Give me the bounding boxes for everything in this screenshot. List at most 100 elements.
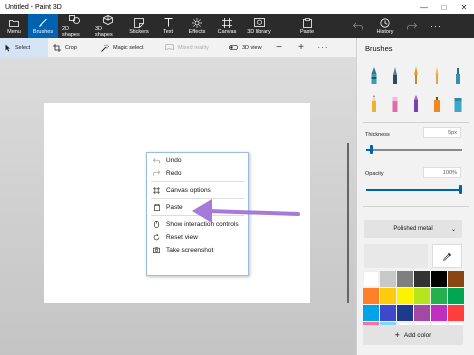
window-title: Untitled - Paint 3D [5,3,62,11]
pixel-pen-brush[interactable] [447,64,468,86]
color-swatch[interactable] [448,271,464,287]
color-swatch[interactable] [397,271,413,287]
more-view-options-button[interactable]: ··· [314,38,332,58]
thickness-slider-thumb[interactable] [370,145,373,154]
text-icon [162,18,174,28]
oil-brush[interactable] [405,64,426,86]
3d-view-toggle[interactable]: 3D view [224,38,270,58]
folder-icon [8,18,20,28]
eyedropper-button[interactable] [432,244,462,268]
tab-stickers[interactable]: Stickers [124,14,154,38]
brush-grid [363,64,471,114]
color-preview [364,244,428,268]
redo-button[interactable] [400,14,424,38]
menu-item-redo-label: Redo [166,169,182,177]
redo-icon [406,21,418,31]
tab-2d-shapes[interactable]: 2D shapes [58,14,91,38]
opacity-label: Opacity [365,171,384,177]
menu-item-redo[interactable]: Redo [147,168,248,179]
color-swatch[interactable] [414,288,430,304]
undo-button[interactable] [346,14,370,38]
mixed-reality-label: Mixed reality [178,44,209,51]
add-color-button[interactable]: + Add color [363,325,463,345]
zoom-out-button[interactable]: − [270,38,288,58]
cursor-icon [5,44,11,52]
color-swatch[interactable] [397,288,413,304]
marker-brush[interactable] [363,64,384,86]
menu-item-paste-label: Paste [166,203,183,211]
thickness-input[interactable]: 5px [423,127,461,138]
tab-effects-label: Effects [188,28,206,35]
calligraphy-pen-icon [392,67,397,84]
color-swatch[interactable] [397,305,413,321]
fill-bucket-icon [454,98,461,112]
tab-3d-library-label: 3D library [247,28,271,35]
opacity-input[interactable]: 100% [423,167,461,178]
select-tool[interactable]: Select [0,37,48,58]
color-swatch[interactable] [380,305,396,321]
magic-wand-icon [101,44,109,52]
opacity-slider-thumb[interactable] [459,185,462,194]
canvas-icon [152,186,161,194]
color-swatch[interactable] [380,271,396,287]
calligraphy-pen-brush[interactable] [384,64,405,86]
color-swatch[interactable] [414,271,430,287]
tab-3d-library[interactable]: 3D library [242,14,276,38]
vertical-scrollbar[interactable] [347,143,349,303]
color-swatch[interactable] [431,288,447,304]
redo-icon [152,170,161,176]
menu-item-show-interaction-controls[interactable]: Show interaction controls [147,219,248,230]
eraser-brush[interactable] [384,92,405,114]
crop-tool[interactable]: Crop [48,38,96,58]
color-swatch[interactable] [431,305,447,321]
tab-text-label: Text [162,28,174,35]
color-swatch[interactable] [363,305,379,321]
color-swatch[interactable] [448,288,464,304]
pencil-brush[interactable] [363,92,384,114]
menu-separator [151,180,244,182]
crayon-brush[interactable] [405,92,426,114]
history-button[interactable]: History [370,14,400,38]
texture-dropdown[interactable]: Polished metal ⌄ [364,220,462,238]
tab-brushes[interactable]: Brushes [28,14,58,38]
color-swatch[interactable] [448,305,464,321]
paste-button[interactable]: Paste [292,14,322,38]
tab-canvas[interactable]: Canvas [212,14,242,38]
minimize-button[interactable]: — [414,0,434,14]
opacity-slider[interactable] [366,185,462,195]
mixed-reality-button[interactable]: Mixed reality [160,38,222,58]
thickness-slider[interactable] [366,145,462,155]
menu-separator [151,214,244,216]
tab-effects[interactable]: Effects [182,14,212,38]
plus-icon: + [298,42,304,53]
menu-item-paste[interactable]: Paste [147,202,248,213]
color-swatch[interactable] [431,271,447,287]
fill-bucket-brush[interactable] [447,92,468,114]
more-options-button[interactable]: ··· [424,14,448,38]
tab-3d-shapes[interactable]: 3D shapes [91,14,124,38]
stickers-icon [133,17,145,28]
menu-item-take-screenshot[interactable]: Take screenshot [147,245,248,256]
color-swatch[interactable] [363,271,379,287]
watercolor-brush[interactable] [426,64,447,86]
eraser-icon [392,97,397,112]
3d-shapes-icon [102,14,114,25]
ribbon: Menu Brushes 2D shapes 3D shapes Sticker… [0,14,474,38]
menu-button[interactable]: Menu [0,14,28,38]
marker-icon [371,67,376,84]
color-swatch[interactable] [363,288,379,304]
history-icon [379,17,391,28]
zoom-in-button[interactable]: + [292,38,310,58]
tab-text[interactable]: Text [154,14,182,38]
color-swatch[interactable] [414,305,430,321]
2d-shapes-icon [69,15,81,25]
menu-item-canvas-options[interactable]: Canvas options [147,185,248,196]
spray-can-brush[interactable] [426,92,447,114]
chevron-down-icon: ⌄ [450,226,456,233]
color-swatch[interactable] [380,288,396,304]
close-button[interactable]: ✕ [454,0,474,14]
menu-item-reset-view[interactable]: Reset view [147,232,248,243]
maximize-button[interactable]: □ [434,0,454,14]
magic-select-tool[interactable]: Magic select [96,38,160,58]
menu-item-undo[interactable]: Undo [147,155,248,166]
